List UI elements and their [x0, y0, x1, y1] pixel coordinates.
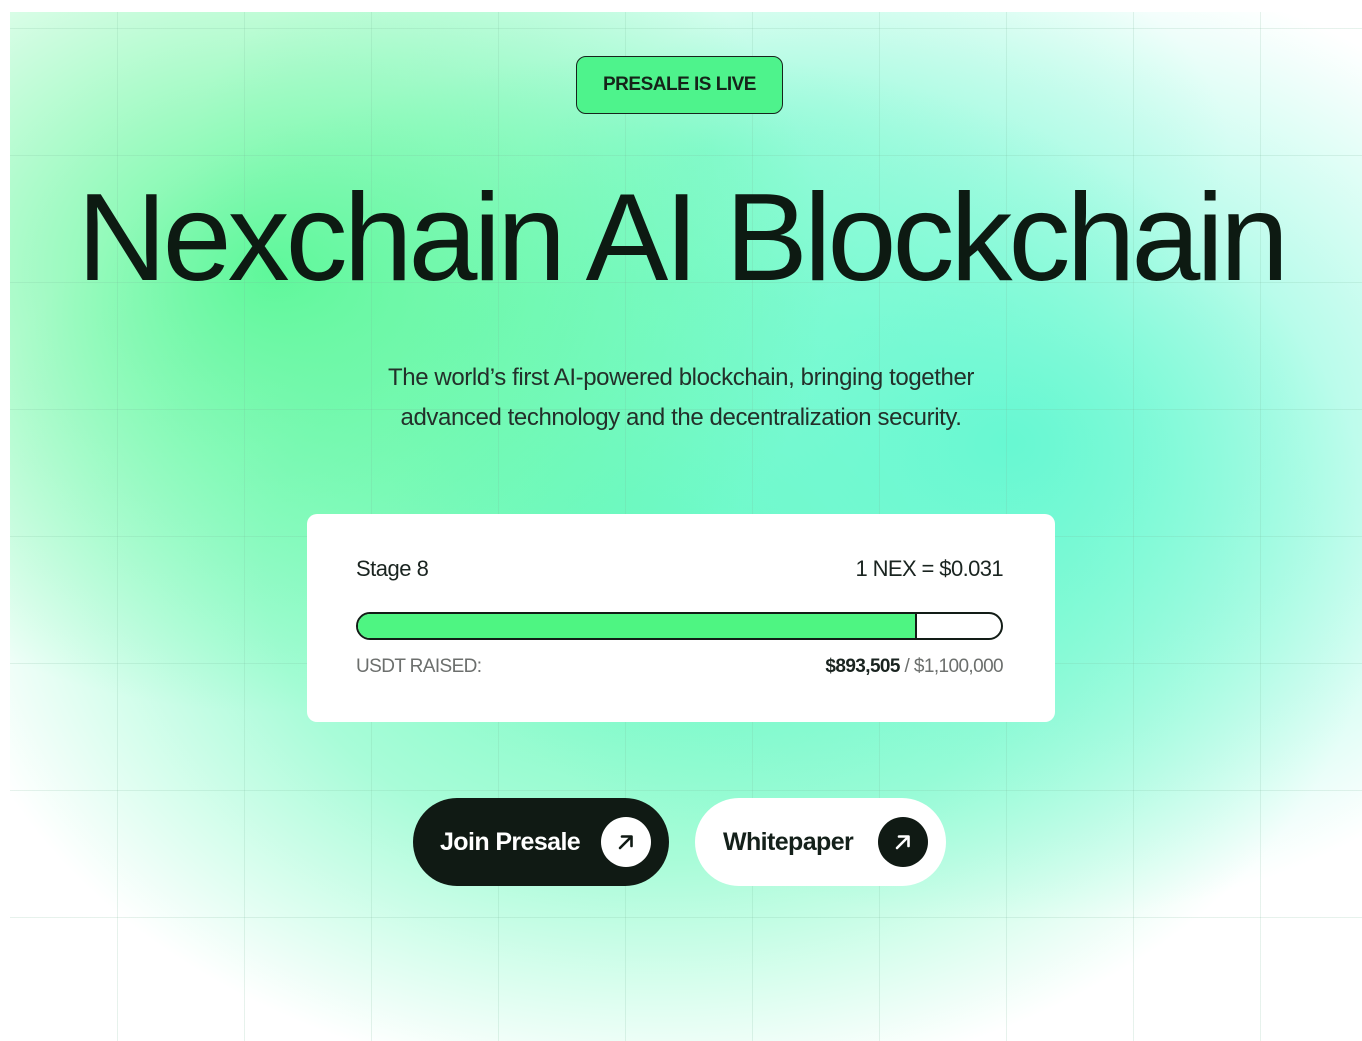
raised-separator: /	[899, 656, 914, 677]
raised-goal: $1,100,000	[913, 656, 1004, 677]
page: PRESALE IS LIVE Nexchain AI Blockchain T…	[0, 0, 1362, 1041]
presale-progress-fill	[358, 614, 918, 638]
join-presale-button-label: Join Presale	[440, 827, 581, 856]
whitepaper-button[interactable]: Whitepaper	[695, 798, 946, 886]
arrow-up-right-icon	[878, 817, 928, 867]
presale-live-badge-label: PRESALE IS LIVE	[603, 74, 756, 95]
join-presale-button[interactable]: Join Presale	[413, 798, 669, 886]
usdt-raised-label: USDT RAISED:	[356, 656, 482, 677]
raised-amount: $893,505	[825, 656, 900, 677]
page-title: Nexchain AI Blockchain	[77, 169, 1289, 307]
usdt-raised-values: $893,505 / $1,100,000	[825, 656, 1003, 678]
presale-stage: Stage 8	[356, 556, 429, 581]
presale-live-badge: PRESALE IS LIVE	[576, 56, 783, 114]
hero-subtitle-line-2: advanced technology and the decentraliza…	[400, 404, 962, 431]
presale-card: Stage 8 1 NEX = $0.031 USDT RAISED: $893…	[307, 514, 1055, 722]
arrow-up-right-icon	[601, 817, 651, 867]
whitepaper-button-label: Whitepaper	[723, 827, 854, 856]
hero-subtitle: The world’s first AI-powered blockchain,…	[0, 358, 1362, 438]
hero-subtitle-line-1: The world’s first AI-powered blockchain,…	[387, 364, 974, 391]
token-price: 1 NEX = $0.031	[855, 556, 1003, 581]
presale-progress-bar	[356, 612, 1003, 640]
